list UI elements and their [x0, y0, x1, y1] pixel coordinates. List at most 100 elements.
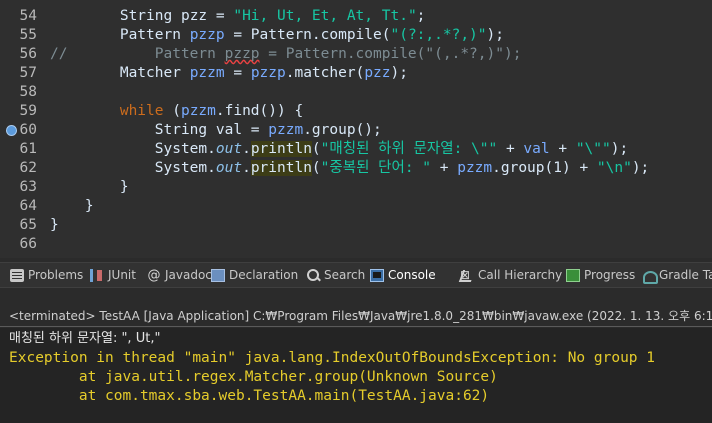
code-line[interactable]: 65}	[0, 216, 712, 235]
code-token: out	[215, 160, 243, 176]
code-token: "Hi, Ut, Et, At, Tt."	[233, 8, 417, 24]
line-number: 60	[19, 122, 37, 138]
tab-progress[interactable]: Progress	[562, 263, 635, 287]
code-token: .find()) {	[215, 103, 304, 119]
code-token: =	[224, 65, 251, 81]
code-token: // Pattern	[50, 46, 225, 62]
code-token: pzzp	[250, 65, 286, 81]
code-line[interactable]: 66	[0, 235, 712, 254]
code-token: pzzp	[189, 27, 225, 43]
junit-icon	[90, 269, 104, 282]
code-token: .group();	[303, 122, 382, 138]
code-token: (	[163, 103, 181, 119]
code-token: .matcher(	[285, 65, 365, 81]
line-number: 61	[19, 141, 37, 157]
console-icon	[370, 269, 384, 282]
code-line[interactable]: 63 }	[0, 178, 712, 197]
code-text: Matcher pzzm = pzzp.matcher(pzz);	[50, 64, 408, 83]
tab-label: Problems	[28, 268, 84, 282]
code-token: }	[119, 179, 129, 195]
tab-search[interactable]: Search	[302, 263, 366, 287]
code-editor[interactable]: 54 String pzz = "Hi, Ut, Et, At, Tt."; 55…	[0, 0, 712, 258]
code-token: .	[242, 160, 251, 176]
progress-icon	[566, 269, 580, 282]
code-token: System.	[154, 141, 216, 157]
code-token: pzzm	[268, 122, 304, 138]
code-line[interactable]: 59 while (pzzm.find()) {	[0, 102, 712, 121]
code-token: "중복된 단어: "	[320, 160, 432, 176]
code-text: }	[50, 197, 94, 216]
console-error-line: at java.util.regex.Matcher.group(Unknown…	[9, 369, 498, 385]
code-token: pzz	[364, 65, 391, 81]
tab-javadoc[interactable]: @ Javadoc	[143, 263, 212, 287]
code-text: System.out.println("매칭된 하위 문자열: \"" + va…	[50, 140, 628, 159]
tab-declaration[interactable]: Declaration	[207, 263, 299, 287]
code-token: );	[390, 65, 408, 81]
code-token: }	[50, 217, 59, 233]
code-line[interactable]: 57 Matcher pzzm = pzzp.matcher(pzz);	[0, 64, 712, 83]
tab-label: Gradle Tas	[659, 268, 712, 282]
code-line[interactable]: 60 String val = pzzm.group();	[0, 121, 712, 140]
code-token: }	[84, 198, 94, 214]
line-number: 56	[19, 46, 37, 62]
code-token: "\""	[575, 141, 611, 157]
tab-label: Call Hierarchy	[478, 268, 563, 282]
code-line[interactable]: 62 System.out.println("중복된 단어: " + pzzm.…	[0, 159, 712, 178]
console-output[interactable]: 매칭된 하위 문자열: ", Ut," Exception in thread "…	[0, 328, 712, 423]
line-number: 62	[19, 160, 37, 176]
code-token: Pattern	[119, 27, 190, 43]
tab-label: Console	[388, 268, 436, 282]
line-number: 58	[19, 84, 37, 100]
tab-console[interactable]: Console ⊠	[366, 263, 470, 287]
code-token: println	[250, 141, 312, 157]
line-number: 66	[19, 236, 37, 252]
gradle-icon	[641, 269, 658, 284]
declaration-icon	[211, 269, 225, 282]
console-error-line: Exception in thread "main" java.lang.Ind…	[9, 350, 656, 366]
tab-junit[interactable]: JUnit	[86, 263, 136, 287]
console-toolbar	[0, 289, 712, 305]
console-output-line: 매칭된 하위 문자열: ", Ut,"	[9, 331, 161, 346]
code-token: System.	[154, 160, 216, 176]
tab-problems[interactable]: Problems	[6, 263, 84, 287]
code-line[interactable]: 61 System.out.println("매칭된 하위 문자열: \"" +…	[0, 140, 712, 159]
code-token: );	[486, 27, 504, 43]
code-line[interactable]: 55 Pattern pzzp = Pattern.compile("(?:,.…	[0, 26, 712, 45]
code-text: while (pzzm.find()) {	[50, 102, 303, 121]
tab-call-hierarchy[interactable]: Call Hierarchy	[456, 263, 563, 287]
code-token: val	[523, 141, 550, 157]
problems-icon	[10, 269, 24, 282]
code-token: +	[431, 160, 458, 176]
code-token: Matcher	[119, 65, 190, 81]
code-text: }	[50, 178, 129, 197]
code-token: );	[631, 160, 650, 176]
code-line[interactable]: 64 }	[0, 197, 712, 216]
code-token: = Pattern.compile(	[224, 27, 391, 43]
code-token: ;	[416, 8, 426, 24]
tab-label: Search	[324, 268, 366, 282]
code-token: );	[610, 141, 629, 157]
code-token: pzzm	[457, 160, 493, 176]
call-hierarchy-icon	[460, 269, 474, 282]
line-number: 63	[19, 179, 37, 195]
code-token: pzzm	[180, 103, 216, 119]
code-line[interactable]: 54 String pzz = "Hi, Ut, Et, At, Tt.";	[0, 7, 712, 26]
code-token: (	[311, 141, 321, 157]
code-token: (	[311, 160, 321, 176]
code-text: Pattern pzzp = Pattern.compile("(?:,.*?,…	[50, 26, 504, 45]
code-token: String val =	[154, 122, 269, 138]
line-number: 64	[19, 198, 37, 214]
tab-gradle-tasks[interactable]: Gradle Tas	[637, 263, 712, 287]
console-error-line: at com.tmax.sba.web.TestAA.main(TestAA.j…	[9, 388, 490, 404]
code-line[interactable]: 56 // Pattern pzzp = Pattern.compile("(,.…	[0, 45, 712, 64]
line-number: 54	[19, 8, 37, 24]
code-line[interactable]: 58	[0, 83, 712, 102]
tab-label: Declaration	[229, 268, 299, 282]
code-token: +	[497, 141, 524, 157]
